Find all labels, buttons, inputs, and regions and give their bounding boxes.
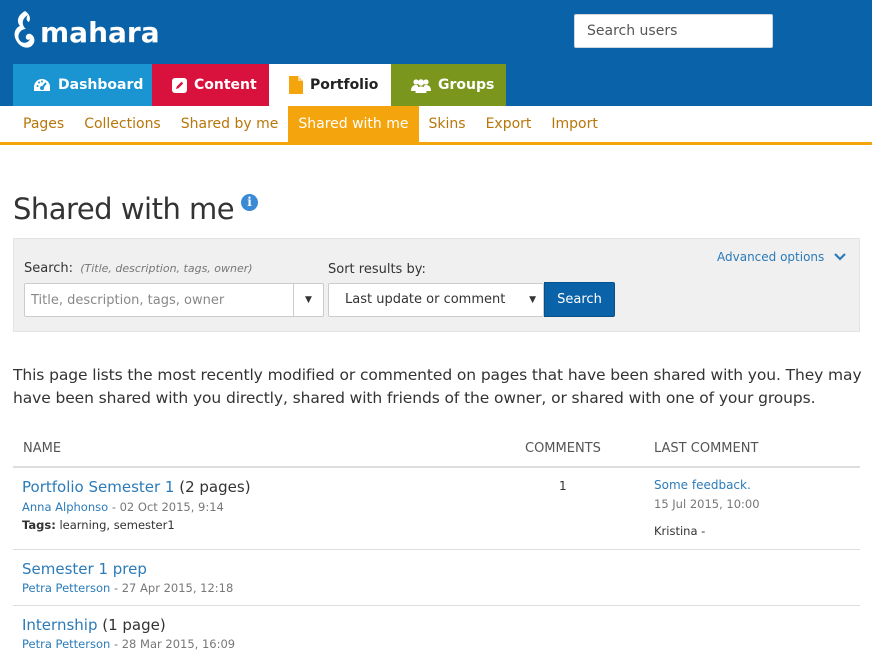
dashboard-gauge-icon xyxy=(33,78,51,92)
mahara-logo-text: mahara xyxy=(40,15,160,49)
row-owner-link[interactable]: Petra Petterson xyxy=(22,637,110,651)
search-input[interactable] xyxy=(24,283,294,317)
table-row: Portfolio Semester 1 (2 pages) Anna Alph… xyxy=(13,468,860,550)
row-title-link[interactable]: Portfolio Semester 1 xyxy=(22,478,174,496)
row-tags: Tags: learning, semester1 xyxy=(22,518,175,532)
row-title: Portfolio Semester 1 (2 pages) xyxy=(22,478,251,496)
chevron-down-icon: ▼ xyxy=(529,295,536,305)
intro-text: This page lists the most recently modifi… xyxy=(13,366,862,407)
row-last-comment-author: Kristina - xyxy=(654,524,706,538)
search-label-hint: (Title, description, tags, owner) xyxy=(80,262,253,275)
main-nav: Dashboard Content Portfolio Groups xyxy=(13,64,506,106)
tab-dashboard-label: Dashboard xyxy=(58,77,144,93)
file-icon xyxy=(289,76,303,94)
row-title: Internship (1 page) xyxy=(22,616,166,634)
tab-portfolio-label: Portfolio xyxy=(310,77,379,93)
row-last-comment-link[interactable]: Some feedback. xyxy=(654,478,751,492)
advanced-options-toggle[interactable]: Advanced options xyxy=(717,250,847,264)
row-owner-link[interactable]: Petra Petterson xyxy=(22,581,110,595)
search-type-dropdown[interactable]: ▼ xyxy=(293,283,324,317)
row-title-link[interactable]: Semester 1 prep xyxy=(22,560,147,578)
mahara-logo-icon xyxy=(14,11,35,48)
tab-groups[interactable]: Groups xyxy=(391,64,506,106)
search-button[interactable]: Search xyxy=(544,282,615,317)
advanced-options-label: Advanced options xyxy=(717,250,825,264)
row-date: - 02 Oct 2015, 9:14 xyxy=(111,500,224,514)
page-title: Shared with me xyxy=(13,192,235,226)
table-row: Semester 1 prep Petra Petterson - 27 Apr… xyxy=(13,550,860,606)
sort-label: Sort results by: xyxy=(328,262,426,277)
sub-nav-import[interactable]: Import xyxy=(541,106,607,142)
column-header-name: NAME xyxy=(23,441,62,456)
chevron-down-icon xyxy=(834,253,847,261)
row-meta: Anna Alphonso - 02 Oct 2015, 9:14 xyxy=(22,500,224,514)
search-label: Search: (Title, description, tags, owner… xyxy=(24,261,253,276)
sub-nav-shared-by-me[interactable]: Shared by me xyxy=(171,106,289,142)
users-icon xyxy=(411,78,431,93)
sub-nav-collections[interactable]: Collections xyxy=(74,106,171,142)
sub-nav-pages[interactable]: Pages xyxy=(13,106,74,142)
chevron-down-icon: ▼ xyxy=(305,295,312,305)
tab-content[interactable]: Content xyxy=(152,64,269,106)
tab-content-label: Content xyxy=(194,77,257,93)
row-tags-label: Tags: xyxy=(22,518,56,532)
row-date: - 28 Mar 2015, 16:09 xyxy=(113,637,236,651)
row-owner-link[interactable]: Anna Alphonso xyxy=(22,500,108,514)
tab-dashboard[interactable]: Dashboard xyxy=(13,64,152,106)
row-title-suffix: (1 page) xyxy=(102,616,166,634)
portfolio-sub-nav: Pages Collections Shared by me Shared wi… xyxy=(0,106,872,145)
search-users-input[interactable] xyxy=(574,14,773,48)
site-header: mahara Dashboard Content Portfolio Grou xyxy=(0,0,872,106)
info-icon[interactable]: i xyxy=(241,194,258,211)
row-title-suffix: (2 pages) xyxy=(179,478,251,496)
search-label-text: Search: xyxy=(24,261,74,276)
row-title: Semester 1 prep xyxy=(22,560,147,578)
row-tags-values[interactable]: learning, semester1 xyxy=(59,518,174,532)
column-header-comments: COMMENTS xyxy=(525,441,601,456)
sub-nav-shared-with-me[interactable]: Shared with me xyxy=(288,106,419,142)
sort-select-value: Last update or comment xyxy=(345,292,506,307)
tab-groups-label: Groups xyxy=(438,77,495,93)
row-meta: Petra Petterson - 28 Mar 2015, 16:09 xyxy=(22,637,235,651)
sub-nav-skins[interactable]: Skins xyxy=(419,106,476,142)
row-meta: Petra Petterson - 27 Apr 2015, 12:18 xyxy=(22,581,233,595)
column-header-last-comment: LAST COMMENT xyxy=(654,441,759,456)
sub-nav-export[interactable]: Export xyxy=(476,106,542,142)
table-row: Internship (1 page) Petra Petterson - 28… xyxy=(13,606,860,658)
sort-select[interactable]: Last update or comment ▼ xyxy=(328,283,544,317)
row-date: - 27 Apr 2015, 12:18 xyxy=(113,581,234,595)
row-comment-count: 1 xyxy=(559,479,567,493)
mahara-logo[interactable]: mahara xyxy=(12,8,160,54)
pencil-square-icon xyxy=(172,77,187,93)
row-last-comment-date: 15 Jul 2015, 10:00 xyxy=(654,497,760,511)
row-title-link[interactable]: Internship xyxy=(22,616,97,634)
tab-portfolio[interactable]: Portfolio xyxy=(269,64,391,106)
search-panel: Search: (Title, description, tags, owner… xyxy=(13,238,860,332)
table-header: NAME COMMENTS LAST COMMENT xyxy=(13,437,860,468)
